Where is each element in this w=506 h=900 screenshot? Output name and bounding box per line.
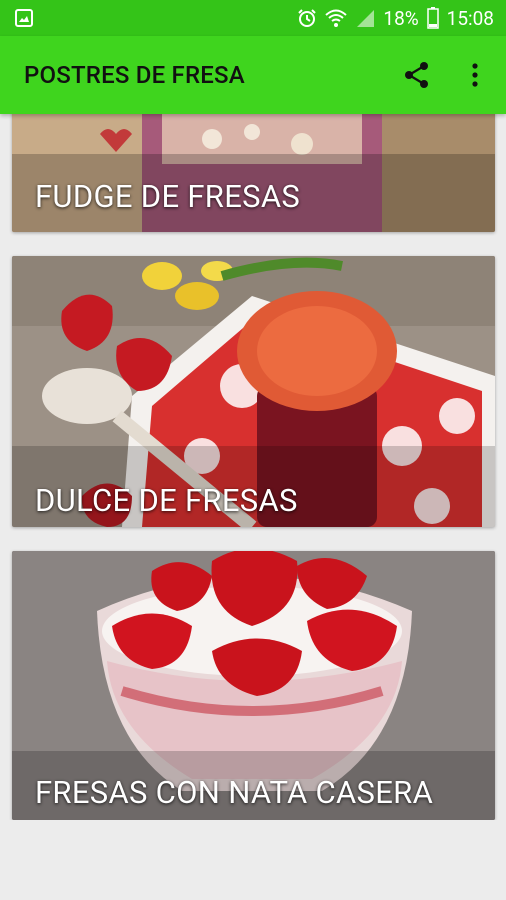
battery-percent: 18% (383, 6, 419, 30)
recipe-title: FUDGE DE FRESAS (35, 178, 301, 215)
wifi-icon (325, 9, 348, 27)
clock: 15:08 (446, 6, 494, 30)
status-bar: 18% 15:08 (0, 0, 506, 36)
page-title: POSTRES DE FRESA (24, 61, 245, 89)
signal-icon (357, 10, 375, 27)
app-bar: POSTRES DE FRESA (0, 36, 506, 114)
recipe-card[interactable]: FRESAS CON NATA CASERA (12, 551, 495, 820)
recipe-list[interactable]: FUDGE DE FRESAS DULCE DE FRESAS FRESAS C… (0, 114, 506, 820)
alarm-icon (298, 9, 317, 27)
recipe-title: FRESAS CON NATA CASERA (35, 774, 434, 811)
share-icon[interactable] (402, 60, 432, 90)
bottom-blank-area (0, 820, 506, 900)
gallery-icon (15, 9, 33, 27)
more-vert-icon[interactable] (467, 60, 483, 90)
battery-icon (426, 7, 439, 29)
recipe-card[interactable]: FUDGE DE FRESAS (12, 114, 495, 232)
recipe-card[interactable]: DULCE DE FRESAS (12, 256, 495, 527)
recipe-title: DULCE DE FRESAS (35, 482, 298, 519)
